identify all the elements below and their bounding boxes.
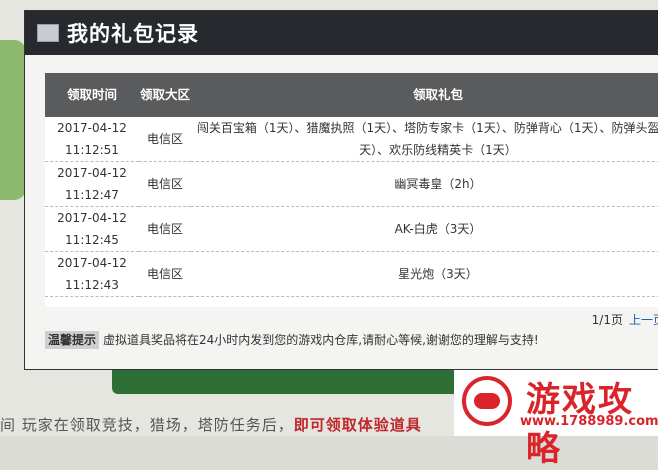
cell-gift: 闯关百宝箱（1天）、猎魔执照（1天）、塔防专家卡（1天）、防弹背心（1天）、防弹…: [191, 117, 658, 162]
notice-text: 虚拟道具奖品将在24小时内发到您的游戏内仓库,请耐心等候,谢谢您的理解与支持!: [103, 333, 539, 347]
gamepad-shape: [474, 393, 500, 409]
cell-gift: AK-白虎（3天）: [191, 206, 658, 252]
gift-record-dialog: 我的礼包记录 领取时间 领取大区 领取礼包 2017-04-12 11:12:51…: [24, 10, 658, 370]
column-header-gift: 领取礼包: [191, 73, 658, 117]
watermark-url: www.1788989.com: [520, 414, 658, 429]
column-header-time: 领取时间: [45, 73, 139, 117]
table-row: 2017-04-12 11:12:45 电信区 AK-白虎（3天）: [45, 206, 658, 252]
pagination: 1/1页上一页: [592, 311, 658, 328]
cell-gift: 幽冥毒皇（2h）: [191, 161, 658, 207]
cell-region: 电信区: [139, 206, 191, 252]
dialog-header: 我的礼包记录: [25, 11, 658, 55]
cell-time: 2017-04-12 11:12:51: [45, 117, 139, 162]
background-description-highlight: 即可领取体验道具: [293, 416, 422, 434]
column-header-region: 领取大区: [139, 73, 191, 117]
cell-region: 电信区: [139, 161, 191, 207]
cell-date: 2017-04-12: [57, 166, 127, 180]
cell-clock: 11:12:43: [65, 278, 119, 292]
cell-region: 电信区: [139, 117, 191, 162]
prev-page-link[interactable]: 上一页: [629, 313, 658, 327]
notice: 温馨提示 虚拟道具奖品将在24小时内发到您的游戏内仓库,请耐心等候,谢谢您的理解与…: [45, 331, 539, 349]
cell-date: 2017-04-12: [57, 211, 127, 225]
gift-record-table: 领取时间 领取大区 领取礼包 2017-04-12 11:12:51 电信区 闯关…: [45, 73, 658, 297]
cell-region: 电信区: [139, 251, 191, 297]
page-info: 1/1页: [591, 313, 623, 327]
window-icon: [37, 24, 59, 42]
background-description-text: 间 玩家在领取竞技，猎场，塔防任务后，: [0, 416, 294, 434]
cell-gift: 星光炮（3天）: [191, 251, 658, 297]
gamepad-logo-icon: [462, 376, 512, 426]
cell-time: 2017-04-12 11:12:47: [45, 161, 139, 207]
table-header-row: 领取时间 领取大区 领取礼包: [45, 73, 658, 117]
cell-time: 2017-04-12 11:12:45: [45, 206, 139, 252]
cell-clock: 11:12:51: [65, 143, 119, 157]
dialog-title: 我的礼包记录: [67, 22, 199, 46]
gift-record-table-container: 领取时间 领取大区 领取礼包 2017-04-12 11:12:51 电信区 闯关…: [45, 73, 658, 307]
table-row: 2017-04-12 11:12:51 电信区 闯关百宝箱（1天）、猎魔执照（1天…: [45, 117, 658, 162]
cell-date: 2017-04-12: [57, 121, 127, 135]
background-character-art: [0, 40, 26, 200]
table-row: 2017-04-12 11:12:43 电信区 星光炮（3天）: [45, 251, 658, 297]
cell-time: 2017-04-12 11:12:43: [45, 251, 139, 297]
cell-clock: 11:12:47: [65, 188, 119, 202]
table-row: 2017-04-12 11:12:47 电信区 幽冥毒皇（2h）: [45, 161, 658, 207]
cell-date: 2017-04-12: [57, 256, 127, 270]
site-watermark: 游戏攻略 www.1788989.com: [454, 370, 658, 469]
cell-clock: 11:12:45: [65, 233, 119, 247]
notice-tag: 温馨提示: [45, 331, 100, 349]
